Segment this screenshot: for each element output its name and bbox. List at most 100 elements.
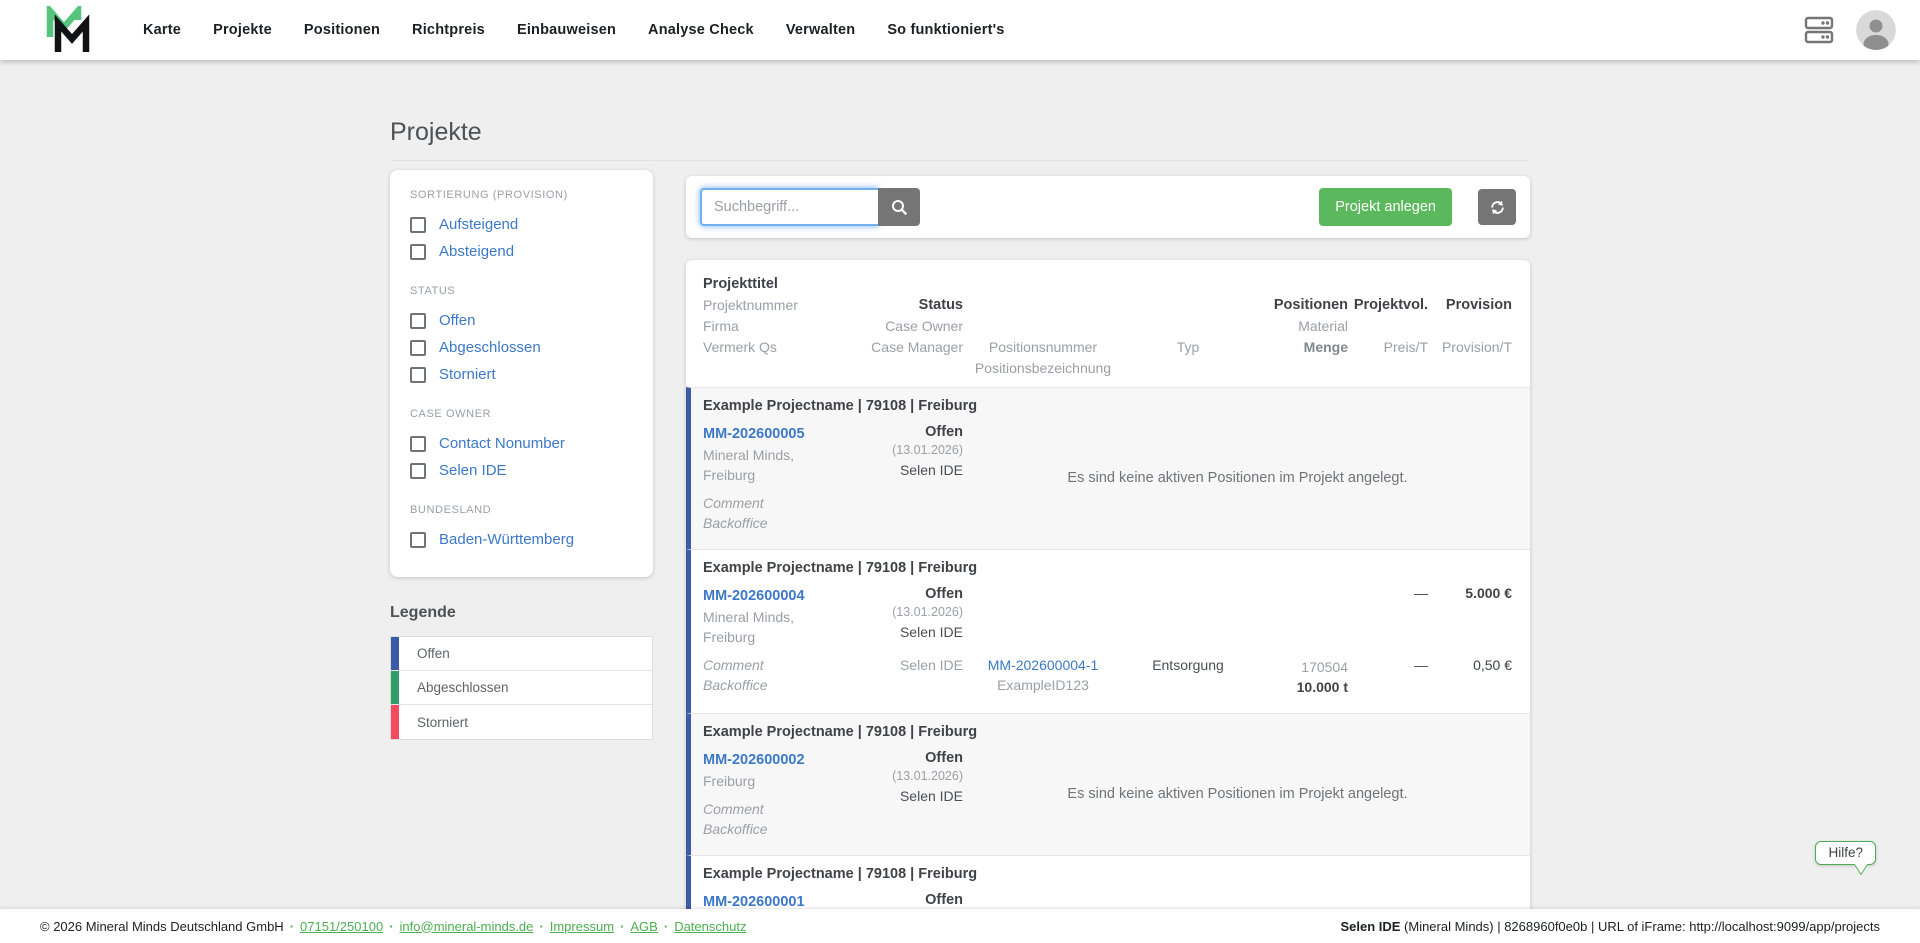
header-col-provision: Provision Provision/T — [1428, 274, 1512, 379]
project-notes: Comment Backoffice — [703, 493, 853, 533]
project-row-title: Example Projectname | 79108 | Freiburg — [703, 398, 978, 414]
filter-option-label: Baden-Württemberg — [439, 531, 575, 548]
checkbox-abgeschlossen[interactable] — [410, 339, 426, 356]
position-preis-t: — — [1414, 657, 1428, 673]
status-label: Offen — [925, 750, 963, 766]
nav-item-analyse-check[interactable]: Analyse Check — [635, 14, 767, 46]
footer-link-datenschutz[interactable]: Datenschutz — [674, 919, 746, 934]
page-content: Projekte SORTIERUNG (PROVISION) Aufsteige… — [390, 0, 1530, 943]
project-number-link[interactable]: MM-202600004 — [703, 588, 805, 604]
sidebar: SORTIERUNG (PROVISION) Aufsteigend Absteig… — [390, 170, 653, 740]
legend-item-abgeschlossen: Abgeschlossen — [391, 671, 652, 705]
position-case-manager: Selen IDE — [899, 657, 963, 673]
checkbox-contact-nonumber[interactable] — [410, 435, 426, 452]
legend-item-offen: Offen — [391, 637, 652, 671]
nav-item-positionen[interactable]: Positionen — [291, 14, 393, 46]
nav-item-so-funktioniert-s[interactable]: So funktioniert's — [874, 14, 1017, 46]
filter-option-contact-nonumber[interactable]: Contact Nonumber — [410, 430, 633, 457]
position-material: 170504 — [1301, 659, 1348, 675]
help-button[interactable]: Hilfe? — [1815, 841, 1876, 865]
legend-color-storniert — [391, 705, 399, 739]
filter-option-aufsteigend[interactable]: Aufsteigend — [410, 211, 633, 238]
header-case-owner: Case Owner — [885, 318, 963, 334]
filter-option-abgeschlossen[interactable]: Abgeschlossen — [410, 334, 633, 361]
project-number-link[interactable]: MM-202600002 — [703, 752, 805, 768]
search-button[interactable] — [878, 188, 920, 226]
filter-section-case-owner: CASE OWNER Contact Nonumber Selen IDE — [410, 408, 633, 484]
server-status-icon[interactable] — [1804, 15, 1834, 45]
nav-item-einbauweisen[interactable]: Einbauweisen — [504, 14, 629, 46]
project-note-comment: Comment — [703, 657, 764, 673]
project-row-mm-202600004: Example Projectname | 79108 | Freiburg MM… — [686, 549, 1530, 713]
header-projektnummer: Projektnummer — [703, 297, 798, 313]
header-positionsbezeichnung: Positionsbezeichnung — [974, 360, 1112, 376]
filter-option-absteigend[interactable]: Absteigend — [410, 238, 633, 265]
filter-option-baden-w-rttemberg[interactable]: Baden-Württemberg — [410, 526, 633, 553]
project-number-link[interactable]: MM-202600005 — [703, 426, 805, 442]
project-row-title: Example Projectname | 79108 | Freiburg — [703, 866, 978, 882]
footer-separator: · — [389, 918, 394, 934]
filter-section-label: BUNDESLAND — [410, 504, 492, 516]
user-avatar[interactable] — [1856, 10, 1896, 50]
checkbox-offen[interactable] — [410, 312, 426, 329]
header-provision-t: Provision/T — [1441, 339, 1512, 355]
nav-item-karte[interactable]: Karte — [130, 14, 194, 46]
checkbox-selen-ide[interactable] — [410, 462, 426, 479]
header-col-status: Status Case Owner Case Manager — [853, 274, 963, 379]
status-label: Offen — [925, 424, 963, 440]
footer-link-info-mineral-minds-de[interactable]: info@mineral-minds.de — [400, 919, 534, 934]
create-project-button[interactable]: Projekt anlegen — [1319, 188, 1452, 226]
project-status-cell: Offen (13.01.2026) Selen IDE — [853, 585, 963, 640]
search-group — [700, 188, 920, 226]
filter-option-label: Storniert — [439, 366, 496, 383]
footer: © 2026 Mineral Minds Deutschland GmbH · 0… — [0, 909, 1920, 943]
footer-link-impressum[interactable]: Impressum — [550, 919, 614, 934]
refresh-button[interactable] — [1478, 189, 1516, 225]
header-preis-t: Preis/T — [1383, 339, 1428, 355]
checkbox-storniert[interactable] — [410, 366, 426, 383]
header-col-position: Positionsnummer Positionsbezeichnung — [963, 274, 1123, 379]
legend-color-offen — [391, 637, 399, 670]
footer-session-detail: (Mineral Minds) | 8268960f0e0b | URL of … — [1400, 918, 1880, 934]
footer-separator: · — [289, 918, 295, 934]
search-input[interactable] — [700, 188, 878, 226]
header-col-projekt: Projekttitel Projektnummer Firma Vermerk… — [703, 274, 853, 379]
legend-label: Abgeschlossen — [417, 680, 509, 695]
header-projekttitel: Projekttitel — [703, 276, 778, 292]
footer-link-agb[interactable]: AGB — [630, 919, 657, 934]
title-divider — [390, 160, 1530, 161]
checkbox-aufsteigend[interactable] — [410, 216, 426, 233]
header-vermerk-qs: Vermerk Qs — [703, 339, 777, 355]
header-case-manager: Case Manager — [871, 339, 963, 355]
legend-color-abgeschlossen — [391, 671, 399, 704]
case-owner: Selen IDE — [899, 624, 963, 640]
project-firma: Freiburg — [703, 773, 756, 789]
position-provision-t: 0,50 € — [1473, 657, 1512, 673]
position-typ: Entsorgung — [1152, 657, 1224, 673]
nav-item-verwalten[interactable]: Verwalten — [773, 14, 869, 46]
filter-section-label: SORTIERUNG (PROVISION) — [410, 189, 568, 201]
filter-option-storniert[interactable]: Storniert — [410, 361, 633, 388]
project-notes: Comment Backoffice — [703, 799, 853, 839]
project-row-title: Example Projectname | 79108 | Freiburg — [703, 560, 978, 576]
header-provision: Provision — [1445, 297, 1512, 313]
checkbox-baden-w-rttemberg[interactable] — [410, 531, 426, 548]
project-info-cell: MM-202600002 Freiburg Comment Backoffice — [703, 749, 853, 839]
legend-label: Offen — [417, 646, 450, 661]
nav-item-richtpreis[interactable]: Richtpreis — [399, 14, 498, 46]
project-number-link[interactable]: MM-202600001 — [703, 894, 805, 910]
checkbox-absteigend[interactable] — [410, 243, 426, 260]
project-status-cell: Offen (13.01.2026) Selen IDE — [853, 749, 963, 804]
main-column: Projekt anlegen Projekttite — [686, 170, 1530, 943]
footer-link-07151-250100[interactable]: 07151/250100 — [300, 919, 383, 934]
project-firma: Mineral Minds, — [703, 609, 795, 625]
position-number-link[interactable]: MM-202600004-1 — [988, 657, 1099, 673]
filter-option-offen[interactable]: Offen — [410, 307, 633, 334]
project-status-cell: Offen (13.01.2026) Selen IDE — [853, 423, 963, 478]
project-note-backoffice: Backoffice — [703, 821, 768, 837]
legend-label: Storniert — [417, 714, 469, 730]
filter-option-selen-ide[interactable]: Selen IDE — [410, 457, 633, 484]
position-row-mm-202600004-1: Selen IDE MM-202600004-1 ExampleID123 Entso… — [853, 657, 1512, 697]
header-material: Material — [1298, 318, 1348, 334]
nav-item-projekte[interactable]: Projekte — [200, 14, 285, 46]
